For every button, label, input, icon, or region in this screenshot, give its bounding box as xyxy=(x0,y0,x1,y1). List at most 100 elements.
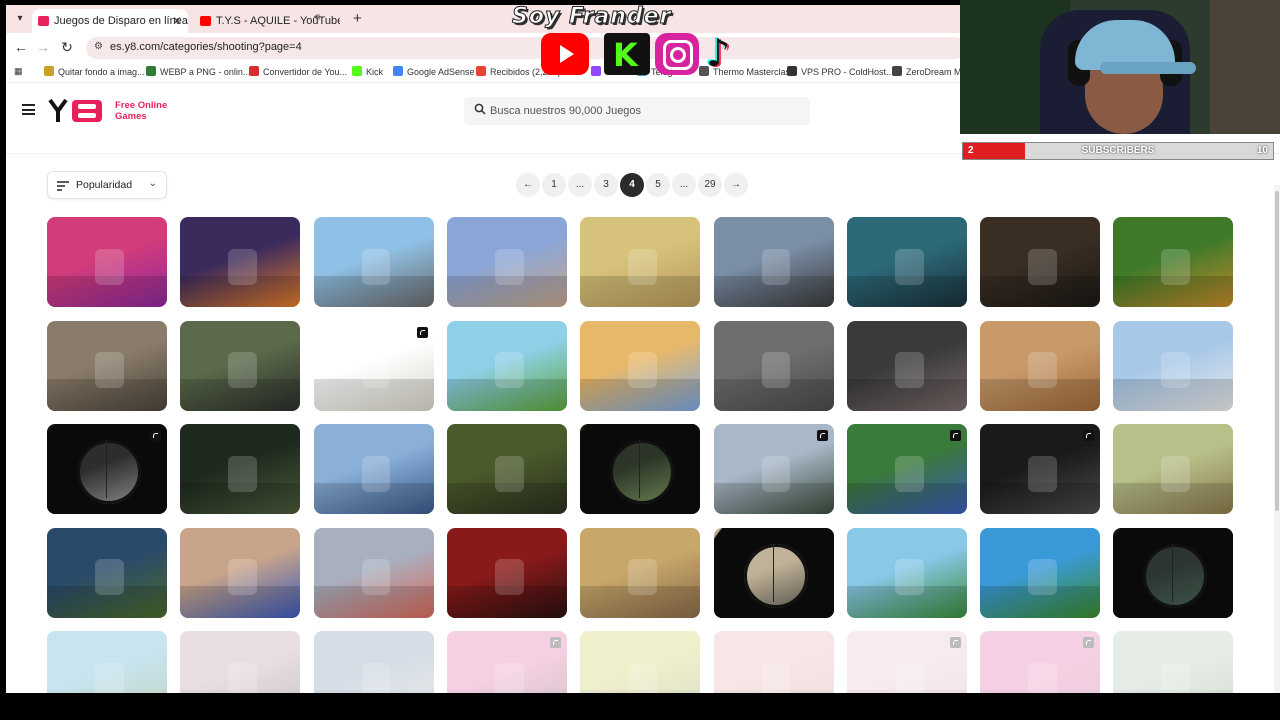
bookmark-favicon-icon xyxy=(892,66,902,76)
game-thumbnail[interactable] xyxy=(1113,320,1234,411)
game-thumbnail[interactable] xyxy=(180,320,301,411)
y8-logo[interactable] xyxy=(48,98,104,124)
game-thumbnail[interactable] xyxy=(580,527,701,618)
forward-icon[interactable]: → xyxy=(34,39,52,55)
game-thumbnail[interactable] xyxy=(580,631,701,693)
mobile-badge-icon xyxy=(949,430,961,441)
game-thumbnail[interactable] xyxy=(580,320,701,411)
reload-icon[interactable]: ↻ xyxy=(58,39,76,56)
youtube-favicon-icon xyxy=(200,16,211,26)
subscriber-label: SUBSCRIBERS xyxy=(1081,145,1155,156)
game-thumbnail[interactable] xyxy=(446,631,567,693)
bookmark-favicon-icon xyxy=(352,66,362,76)
game-thumbnail[interactable] xyxy=(980,631,1101,693)
page-button[interactable]: 4 xyxy=(620,173,644,197)
bookmark-item[interactable]: Google AdSense xyxy=(393,66,475,77)
game-thumbnail[interactable] xyxy=(1113,527,1234,618)
address-bar[interactable]: ⚙ es.y8.com/categories/shooting?page=4 xyxy=(86,37,966,59)
game-thumbnail[interactable] xyxy=(846,320,967,411)
game-thumbnail[interactable] xyxy=(580,217,701,307)
game-thumbnail[interactable] xyxy=(846,631,967,693)
game-thumbnail[interactable] xyxy=(980,320,1101,411)
new-tab-icon[interactable]: + xyxy=(353,10,362,27)
back-icon[interactable]: ← xyxy=(12,39,30,55)
pagination-ellipsis: ... xyxy=(672,173,696,197)
game-thumbnail[interactable] xyxy=(180,217,301,307)
game-thumbnail[interactable] xyxy=(446,217,567,307)
game-thumbnail[interactable] xyxy=(446,320,567,411)
page-button[interactable]: 1 xyxy=(542,173,566,197)
tiktok-glyph: ♪ xyxy=(706,31,731,75)
bookmark-item[interactable]: ZeroDream Mo xyxy=(892,66,967,77)
bookmark-favicon-icon xyxy=(249,66,259,76)
mobile-badge-icon xyxy=(549,637,561,648)
page-button[interactable]: 29 xyxy=(698,173,722,197)
game-thumbnail[interactable] xyxy=(180,631,301,693)
bookmark-label: ZeroDream Mo xyxy=(906,67,967,77)
game-thumbnail[interactable] xyxy=(313,424,434,514)
game-thumbnail[interactable] xyxy=(580,424,701,514)
game-thumbnail[interactable] xyxy=(446,424,567,514)
game-thumbnail[interactable] xyxy=(713,424,834,514)
bookmark-label: Google AdSense xyxy=(407,67,475,77)
game-thumbnail[interactable] xyxy=(180,424,301,514)
bookmark-label: VPS PRO - ColdHost... xyxy=(801,67,894,77)
page-scrollbar[interactable] xyxy=(1274,185,1280,693)
game-thumbnail[interactable] xyxy=(47,631,167,693)
mobile-badge-icon xyxy=(1083,637,1095,648)
scrollbar-thumb[interactable] xyxy=(1275,191,1279,511)
page-button[interactable]: 5 xyxy=(646,173,670,197)
game-thumbnail[interactable] xyxy=(47,217,167,307)
game-thumbnail[interactable] xyxy=(446,527,567,618)
game-thumbnail[interactable] xyxy=(1113,424,1234,514)
page-button[interactable]: 3 xyxy=(594,173,618,197)
game-thumbnail[interactable] xyxy=(713,527,834,618)
bookmark-item[interactable]: Quitar fondo a imag... xyxy=(44,66,145,77)
game-thumbnail[interactable] xyxy=(313,217,434,307)
search-input[interactable] xyxy=(490,97,800,125)
menu-icon[interactable] xyxy=(22,104,35,115)
game-thumbnail[interactable] xyxy=(980,424,1101,514)
speaker-icon[interactable]: 🔊︎ xyxy=(314,12,320,23)
close-tab-icon[interactable]: ✕ xyxy=(172,9,182,33)
game-thumbnail[interactable] xyxy=(313,527,434,618)
apps-icon[interactable]: ▦ xyxy=(14,66,23,77)
bookmark-favicon-icon xyxy=(476,66,486,76)
sort-dropdown[interactable]: Popularidad ⌄ xyxy=(47,171,167,199)
tab-label: T.Y.S - AQUILE - YouTube xyxy=(216,15,340,27)
tab-y8-shooting[interactable]: Juegos de Disparo en línea para ✕ xyxy=(32,9,188,33)
kick-icon: K xyxy=(604,33,650,75)
game-thumbnail[interactable] xyxy=(846,217,967,307)
game-thumbnail[interactable] xyxy=(846,527,967,618)
game-thumbnail[interactable] xyxy=(47,424,167,514)
game-thumbnail[interactable] xyxy=(713,631,834,693)
youtube-icon xyxy=(541,33,589,75)
game-thumbnail[interactable] xyxy=(713,217,834,307)
site-info-icon[interactable]: ⚙ xyxy=(94,41,103,52)
bookmark-item[interactable]: Kick xyxy=(352,66,383,77)
game-thumbnail[interactable] xyxy=(313,320,434,411)
game-thumbnail[interactable] xyxy=(713,320,834,411)
pagination-ellipsis: ... xyxy=(568,173,592,197)
search-icon[interactable] xyxy=(474,103,486,115)
game-thumbnail[interactable] xyxy=(313,631,434,693)
game-thumbnail[interactable] xyxy=(980,527,1101,618)
mobile-badge-icon xyxy=(949,637,961,648)
streamer-title: Soy Frander xyxy=(511,4,672,30)
search-box[interactable] xyxy=(464,97,810,125)
game-thumbnail[interactable] xyxy=(47,320,167,411)
bookmark-item[interactable]: VPS PRO - ColdHost... xyxy=(787,66,894,77)
next-page-icon[interactable]: → xyxy=(724,173,748,197)
prev-page-icon[interactable]: ← xyxy=(516,173,540,197)
bookmark-item[interactable]: Convertidor de You... xyxy=(249,66,347,77)
screen: ▾ Juegos de Disparo en línea para ✕ T.Y.… xyxy=(0,0,1280,720)
url-text[interactable]: es.y8.com/categories/shooting?page=4 xyxy=(110,41,302,53)
game-thumbnail[interactable] xyxy=(180,527,301,618)
game-thumbnail[interactable] xyxy=(47,527,167,618)
tab-search-icon[interactable]: ▾ xyxy=(12,11,28,27)
game-thumbnail[interactable] xyxy=(846,424,967,514)
game-thumbnail[interactable] xyxy=(1113,631,1234,693)
bookmark-item[interactable]: WEBP a PNG - onlin... xyxy=(146,66,250,77)
game-thumbnail[interactable] xyxy=(1113,217,1234,307)
game-thumbnail[interactable] xyxy=(980,217,1101,307)
